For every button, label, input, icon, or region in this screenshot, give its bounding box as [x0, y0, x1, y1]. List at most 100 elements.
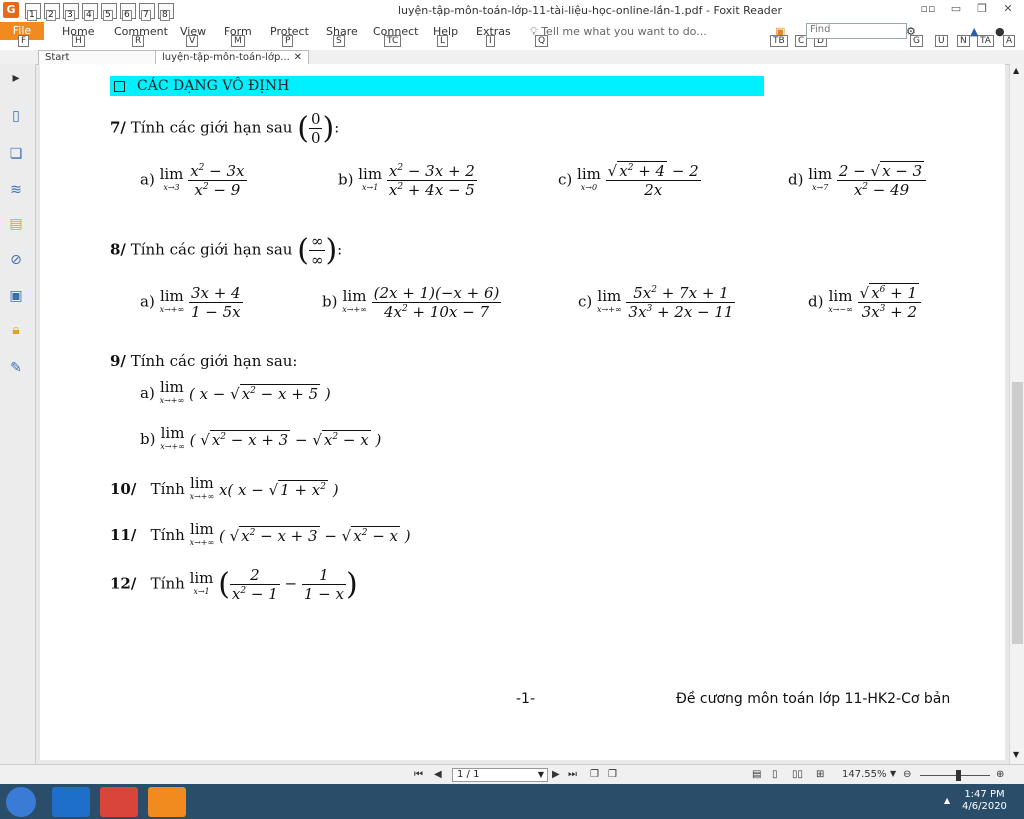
key-tip-comment: R	[132, 35, 145, 47]
first-page-icon[interactable]: ⏮	[414, 769, 423, 780]
pdf-page: CÁC DẠNG VÔ ĐỊNH 7/ Tính các giới hạn sa…	[40, 64, 1005, 760]
chrome-icon[interactable]	[100, 787, 138, 817]
key-tip-connect: TC	[384, 35, 402, 47]
gear-icon[interactable]: ⚙	[906, 25, 916, 38]
quick-access-select[interactable]: 6	[120, 3, 136, 21]
quick-access-open[interactable]: 1	[25, 3, 41, 21]
zoom-slider-handle[interactable]	[956, 770, 961, 781]
section-heading: CÁC DẠNG VÔ ĐỊNH	[110, 76, 764, 96]
key-tip-form: M	[231, 35, 245, 47]
q9-item-a: a) lim x→+∞ ( x − √ x2 − x + 5 )	[140, 378, 331, 406]
key-tip-ta: TA	[977, 35, 994, 47]
key-tip-u: U	[935, 35, 948, 47]
scroll-down-icon[interactable]: ▼	[1013, 750, 1019, 759]
scroll-up-icon[interactable]: ▲	[1013, 66, 1019, 75]
system-clock[interactable]: 1:47 PM 4/6/2020	[962, 789, 1007, 813]
bookmark-icon[interactable]: ▯	[8, 108, 24, 124]
last-page-icon[interactable]: ⏭	[568, 769, 577, 780]
ribbon-options-icon[interactable]: ▫▫	[914, 2, 942, 18]
quick-access-undo[interactable]: 7	[139, 3, 155, 21]
q7-item-b: b) lim x→1 x2 − 3x + 2 x2 + 4x − 5	[338, 162, 477, 199]
foxit-logo-icon[interactable]: G	[3, 2, 19, 18]
quick-access-print[interactable]: 3	[63, 3, 79, 21]
question-9: 9/ Tính các giới hạn sau:	[110, 352, 298, 370]
question-11: 11/ Tính lim x→+∞ ( √ x2 − x + 3 − √ x2 − x…	[110, 520, 411, 548]
key-tip-share: S	[333, 35, 345, 47]
chevron-down-icon[interactable]: ▼	[538, 769, 544, 781]
next-page-icon[interactable]: ▶	[552, 769, 560, 780]
page-view-icon[interactable]: ❐	[590, 769, 599, 780]
key-tip-view: V	[186, 35, 199, 47]
attachment-icon[interactable]: ⊘	[8, 252, 24, 268]
windows-taskbar: ▲ 1:47 PM 4/6/2020	[0, 784, 1024, 819]
zoom-out-icon[interactable]: ⊖	[903, 769, 911, 780]
signature-icon[interactable]: ▣	[8, 288, 24, 304]
expand-panel-icon[interactable]: ▸	[8, 70, 24, 86]
key-tip-tb: TB	[770, 35, 788, 47]
user-icon[interactable]: ●	[995, 25, 1005, 38]
comment-icon[interactable]: ▤	[8, 216, 24, 232]
checkbox-icon	[114, 80, 125, 92]
page-thumbnail-icon[interactable]: ❏	[8, 146, 24, 162]
q7-item-d: d) lim x→7 2 − √ x − 3 x2 − 49	[788, 161, 927, 199]
fit-page-icon[interactable]: ❒	[608, 769, 617, 780]
continuous-icon[interactable]: ▯	[772, 769, 778, 780]
key-tip-a: A	[1003, 35, 1016, 47]
zoom-level[interactable]: 147.55%	[842, 769, 887, 780]
quick-access-redo[interactable]: 8	[158, 3, 174, 21]
window-title: luyện-tập-môn-toán-lớp-11-tài-liệu-học-o…	[398, 4, 783, 17]
footer-title: Đề cương môn toán lớp 11-HK2-Cơ bản	[676, 691, 951, 707]
close-tab-icon[interactable]: ✕	[294, 51, 302, 65]
key-tip-home: H	[72, 35, 85, 47]
key-tip-protect: P	[282, 35, 294, 47]
tab-start[interactable]: Start	[38, 50, 156, 65]
restore-button[interactable]: ❐	[968, 2, 996, 18]
close-button[interactable]: ✕	[994, 2, 1022, 18]
facing-icon[interactable]: ▯▯	[792, 769, 803, 780]
foxit-reader-taskbar-icon[interactable]	[148, 787, 186, 817]
layers-icon[interactable]: ≋	[8, 182, 24, 198]
scrollbar-thumb[interactable]	[1012, 382, 1023, 644]
lock-icon[interactable]: 🔒︎	[8, 322, 24, 338]
tab-document[interactable]: luyện-tập-môn-toán-lớp... ✕	[155, 50, 309, 65]
key-tip-n: N	[957, 35, 970, 47]
zoom-slider[interactable]	[920, 775, 990, 776]
q8-item-c: c) lim x→+∞ 5x2 + 7x + 1 3x3 + 2x − 11	[578, 284, 736, 321]
q7-item-a: a) lim x→3 x2 − 3x x2 − 9	[140, 162, 247, 199]
question-7: 7/ Tính các giới hạn sau (0 0):	[110, 110, 340, 147]
vertical-scrollbar[interactable]: ▲ ▼	[1009, 64, 1024, 764]
windows-start-icon[interactable]	[6, 787, 36, 817]
find-input[interactable]: Find	[806, 23, 907, 39]
key-tip-file: F	[18, 35, 30, 47]
question-8: 8/ Tính các giới hạn sau (∞ ∞):	[110, 232, 343, 269]
single-page-icon[interactable]: ▤	[752, 769, 761, 780]
footer-page-number: -1-	[516, 691, 536, 707]
q8-item-a: a) lim x→+∞ 3x + 41 − 5x	[140, 284, 243, 321]
previous-page-icon[interactable]: ◀	[434, 769, 442, 780]
q9-item-b: b) lim x→+∞ ( √ x2 − x + 3 − √ x2 − x )	[140, 424, 382, 452]
navigation-panel: ▸ ▯ ❏ ≋ ▤ ⊘ ▣ 🔒︎ ✎	[0, 64, 36, 764]
page-number-input[interactable]: 1 / 1 ▼	[452, 768, 548, 782]
q8-item-d: d) lim x→−∞ √ x6 + 1 3x3 + 2	[808, 283, 922, 321]
quick-access-new[interactable]: 4	[82, 3, 98, 21]
key-tip-tell-me: Q	[535, 35, 549, 47]
internet-explorer-icon[interactable]	[52, 787, 90, 817]
key-tip-extras: I	[486, 35, 495, 47]
minimize-button[interactable]: ▭	[942, 2, 970, 18]
status-bar: ⏮ ◀ 1 / 1 ▼ ▶ ⏭ ❐ ❒ ▤ ▯ ▯▯ ⊞ 147.55% ▼ ⊖ …	[0, 764, 1024, 785]
security-icon[interactable]: ✎	[8, 360, 24, 376]
quick-access-hand[interactable]: 5	[101, 3, 117, 21]
document-tab-bar: Start luyện-tập-môn-toán-lớp... ✕	[0, 50, 1024, 65]
q8-item-b: b) lim x→+∞ (2x + 1)(−x + 6) 4x2 + 10x − 7	[322, 284, 502, 321]
bell-icon[interactable]: ▲	[970, 25, 978, 38]
zoom-in-icon[interactable]: ⊕	[996, 769, 1004, 780]
question-10: 10/ Tính lim x→+∞ x( x − √ 1 + x2 )	[110, 474, 339, 502]
quick-access-save[interactable]: 2	[44, 3, 60, 21]
key-tip-help: L	[437, 35, 449, 47]
question-12: 12/ Tính lim x→1 (2 x2 − 1 − 11 − x)	[110, 566, 358, 603]
continuous-facing-icon[interactable]: ⊞	[816, 769, 824, 780]
show-hidden-icons[interactable]: ▲	[944, 796, 950, 805]
title-bar: G 1 2 3 4 5 6 7 8 luyện-tập-môn-toán-lớp…	[0, 0, 1024, 22]
zoom-dropdown-icon[interactable]: ▼	[890, 769, 896, 778]
tell-me-input[interactable]: 💡︎ Tell me what you want to do...	[530, 25, 707, 39]
